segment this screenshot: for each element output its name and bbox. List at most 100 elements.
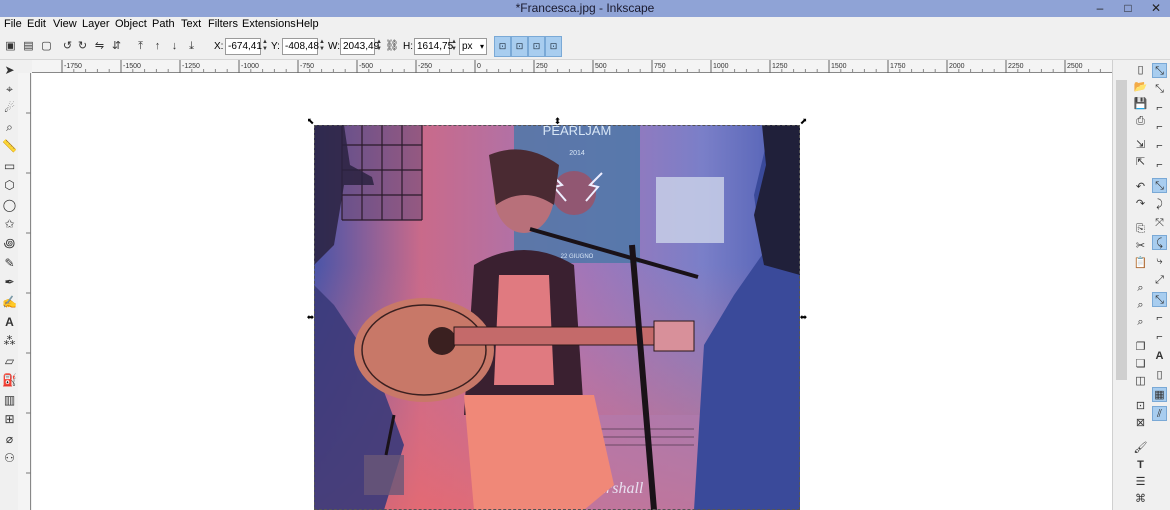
minimize-button[interactable]: – [1086,0,1114,17]
mesh-tool-icon[interactable]: ⊞ [2,412,17,427]
pencil-tool-icon[interactable]: ✎ [2,256,17,271]
flip-vertical-icon[interactable]: ⇵ [110,40,123,53]
fill-stroke-icon[interactable]: 🖌 [1133,441,1148,456]
zoom-drawing-icon[interactable]: ⌕ [1133,298,1148,313]
menu-layer[interactable]: Layer [82,18,110,30]
menu-extensions[interactable]: Extensions [242,18,296,30]
zoom-page-icon[interactable]: ⌕ [1133,315,1148,330]
select-all-layers-icon[interactable]: ▤ [22,40,35,53]
paint-bucket-tool-icon[interactable]: ⛽ [2,373,17,388]
h-spinner[interactable]: ▲ ▼ [450,39,458,54]
calligraphy-tool-icon[interactable]: ✍ [2,295,17,310]
transform-patterns-toggle[interactable]: ⊡ [545,36,562,57]
eraser-tool-icon[interactable]: ▱ [2,354,17,369]
zoom-selection-icon[interactable]: ⌕ [1133,281,1148,296]
select-all-icon[interactable]: ▣ [4,40,17,53]
node-tool-icon[interactable]: ⌖ [2,82,17,97]
scale-handle-top-right[interactable]: ⬈ [799,117,808,126]
spiral-tool-icon[interactable]: ꩜ [2,236,17,251]
snap-bbox-midpoint-icon[interactable]: ⌐ [1152,139,1167,154]
snap-grids-icon[interactable]: ▦ [1152,387,1167,402]
menu-filters[interactable]: Filters [208,18,238,30]
unlink-clone-icon[interactable]: ◫ [1133,374,1148,389]
star-tool-icon[interactable]: ✩ [2,217,17,232]
snap-bbox-edge-icon[interactable]: ⌐ [1152,101,1167,116]
lower-to-bottom-icon[interactable]: ⤓ [185,40,198,53]
tweak-tool-icon[interactable]: ☄ [2,101,17,116]
snap-guides-icon[interactable]: ⫽ [1152,406,1167,421]
new-document-icon[interactable]: ▯ [1133,63,1148,78]
3d-box-tool-icon[interactable]: ⬡ [2,178,17,193]
menu-object[interactable]: Object [115,18,147,30]
clone-icon[interactable]: ❏ [1133,357,1148,372]
copy-icon[interactable]: ⎘ [1133,222,1148,237]
ungroup-icon[interactable]: ⊠ [1133,416,1148,431]
snap-others-icon[interactable]: ⤡ [1152,292,1167,307]
drawing-canvas[interactable]: PEARLJAM 2014 22 GIUGNO Marshall ⬉ ⬍ ⬈ ⬌… [32,73,1112,510]
lock-ratio-icon[interactable]: ⛓ [385,40,399,53]
snap-text-baseline-icon[interactable]: A [1152,349,1167,364]
snap-toggle-icon[interactable]: ⤡ [1152,63,1167,78]
open-file-icon[interactable]: 📂 [1133,80,1148,95]
horizontal-ruler[interactable]: -1750 -1500 -1250 -1000 -750 -500 -250 0 250 500 7… [32,60,1112,73]
duplicate-icon[interactable]: ❐ [1133,340,1148,355]
y-spinner[interactable]: ▲ ▼ [318,39,326,54]
snap-paths-icon[interactable]: ⤸ [1152,197,1167,212]
xml-editor-icon[interactable]: ⌘ [1133,492,1148,507]
menu-help[interactable]: Help [296,18,319,30]
measure-tool-icon[interactable]: 📏 [2,139,17,154]
pen-tool-icon[interactable]: ✒ [2,275,17,290]
x-spinner[interactable]: ▲ ▼ [261,39,269,54]
layers-icon[interactable]: ☰ [1133,475,1148,490]
paste-icon[interactable]: 📋 [1133,256,1148,271]
rotate-cw-icon[interactable]: ↻ [76,40,89,53]
dropper-tool-icon[interactable]: ⌀ [2,432,17,447]
maximize-button[interactable]: □ [1114,0,1142,17]
scale-handle-left[interactable]: ⬌ [306,313,315,322]
zoom-tool-icon[interactable]: ⌕ [2,120,17,135]
raise-to-top-icon[interactable]: ⤒ [134,40,147,53]
spray-tool-icon[interactable]: ⁂ [2,334,17,349]
export-icon[interactable]: ⇱ [1133,155,1148,170]
vertical-ruler[interactable] [18,73,31,510]
save-icon[interactable]: 💾 [1133,97,1148,112]
flip-horizontal-icon[interactable]: ⇋ [93,40,106,53]
unit-select[interactable]: px ▾ [459,38,487,55]
vertical-scrollbar[interactable] [1112,60,1130,510]
snap-bbox-center-icon[interactable]: ⌐ [1152,158,1167,173]
snap-nodes-icon[interactable]: ⤡ [1152,178,1167,193]
snap-page-border-icon[interactable]: ▯ [1152,368,1167,383]
menu-text[interactable]: Text [181,18,201,30]
w-spinner[interactable]: ▲ ▼ [375,39,383,54]
lower-icon[interactable]: ↓ [168,40,181,53]
scale-handle-top[interactable]: ⬍ [553,117,562,126]
snap-rotation-centers-icon[interactable]: ⌐ [1152,330,1167,345]
selector-tool-icon[interactable]: ➤ [2,63,17,78]
snap-object-centers-icon[interactable]: ⌐ [1152,311,1167,326]
rectangle-tool-icon[interactable]: ▭ [2,159,17,174]
snap-cusp-nodes-icon[interactable]: ⤹ [1152,235,1167,250]
connector-tool-icon[interactable]: ⚇ [2,451,17,466]
cut-icon[interactable]: ✂ [1133,239,1148,254]
redo-icon[interactable]: ↷ [1133,197,1148,212]
text-font-icon[interactable]: T [1133,458,1148,473]
group-icon[interactable]: ⊡ [1133,399,1148,414]
h-input[interactable]: 1614,75 [414,38,453,55]
transform-gradients-toggle[interactable]: ⊡ [528,36,545,57]
menu-path[interactable]: Path [152,18,175,30]
scale-handle-right[interactable]: ⬌ [799,313,808,322]
menu-edit[interactable]: Edit [27,18,46,30]
menu-file[interactable]: File [4,18,22,30]
raise-icon[interactable]: ↑ [151,40,164,53]
snap-smooth-nodes-icon[interactable]: ⤷ [1152,254,1167,269]
close-button[interactable]: ✕ [1142,0,1170,17]
deselect-icon[interactable]: ▢ [40,40,53,53]
x-input[interactable]: -674,41 [225,38,262,55]
menu-view[interactable]: View [53,18,77,30]
print-icon[interactable]: ⎙ [1133,114,1148,129]
snap-line-midpoints-icon[interactable]: ⤢ [1152,273,1167,288]
undo-icon[interactable]: ↶ [1133,180,1148,195]
text-tool-icon[interactable]: A [2,315,17,330]
y-input[interactable]: -408,48 [282,38,319,55]
ellipse-tool-icon[interactable]: ◯ [2,198,17,213]
